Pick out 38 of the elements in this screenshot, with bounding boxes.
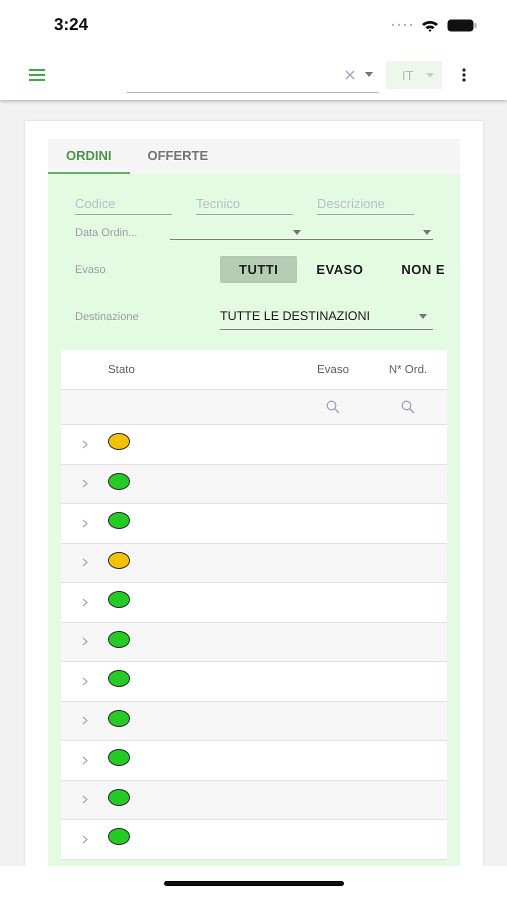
tab[interactable]: OFFERTE [130,139,226,174]
caret-icon[interactable] [365,72,373,77]
column-header: N* Ord. [388,364,428,376]
caret-icon[interactable] [419,314,427,318]
expand-icon[interactable] [82,756,88,765]
evaso-label: Evaso [75,264,107,276]
column-header: Stato [108,364,136,376]
clock: 3:24 [54,15,88,35]
expand-icon[interactable] [82,716,88,726]
caret-icon[interactable] [423,230,431,234]
expand-icon[interactable] [82,795,88,804]
expand-icon[interactable] [82,479,88,488]
expand-icon[interactable] [82,676,88,686]
expand-icon[interactable] [82,558,88,568]
toggle-button[interactable]: TUTTI [220,256,298,283]
toggle-button[interactable]: EVASO [297,256,382,283]
date-label: Data Ordin... [75,226,138,238]
more-icon[interactable] [462,68,466,82]
wifi-icon [421,18,439,32]
expand-icon[interactable] [82,440,88,449]
expand-icon[interactable] [82,518,88,528]
signal-icon [391,23,413,27]
expand-icon[interactable] [82,598,88,607]
input-field[interactable]: Codice [75,190,172,215]
destination-select[interactable]: TUTTE LE DESTINAZIONI [220,303,433,330]
battery-icon [447,18,477,32]
menu-icon[interactable] [29,69,45,81]
search-icon[interactable] [326,400,340,414]
input-field[interactable]: Tecnico [196,190,293,215]
expand-icon[interactable] [82,637,88,646]
destination-label: Destinazione [75,310,140,322]
expand-icon[interactable] [82,834,88,844]
clear-icon[interactable] [345,70,355,80]
input-field[interactable]: Descrizione [317,190,414,215]
caret-icon[interactable] [292,230,301,234]
toggle-button[interactable]: NON E [382,256,460,283]
column-header: Evaso [316,364,350,376]
search-icon[interactable] [401,400,415,414]
